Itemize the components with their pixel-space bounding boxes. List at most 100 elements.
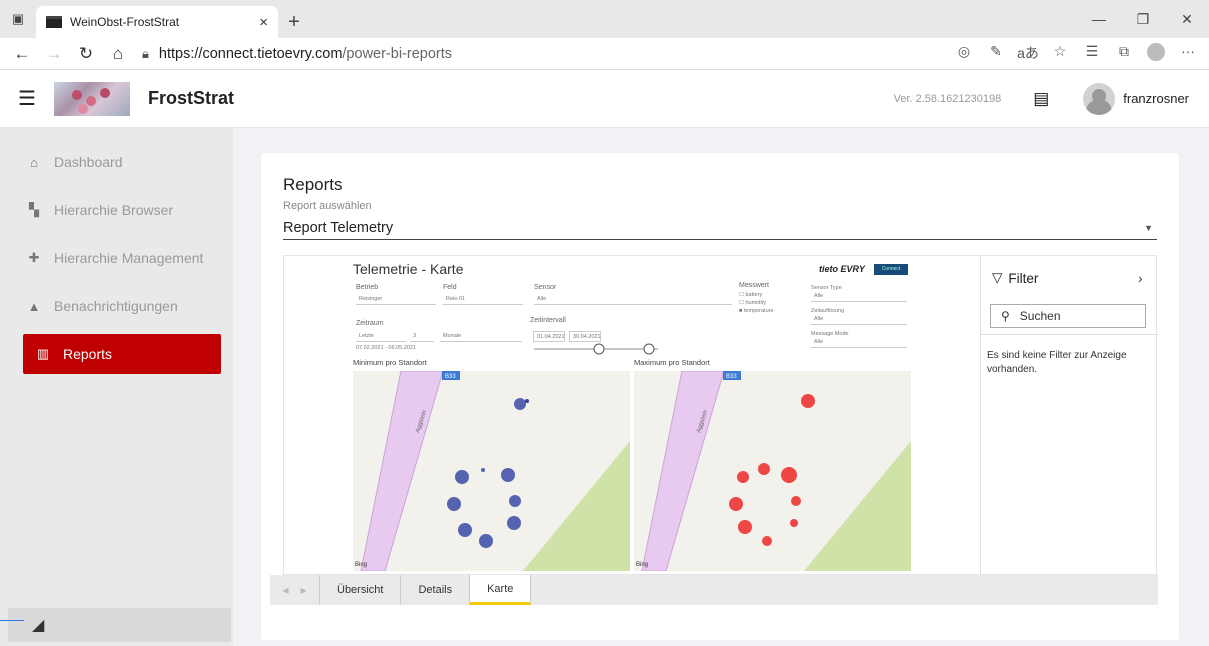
pen-icon[interactable]: ✎ (981, 43, 1011, 64)
more-icon[interactable]: ··· (1173, 43, 1203, 64)
user-avatar[interactable] (1083, 82, 1116, 115)
restore-icon[interactable]: ❐ (1121, 11, 1165, 28)
next-page-icon[interactable]: ▶ (301, 586, 307, 595)
refresh-icon[interactable]: ↻ (70, 40, 102, 68)
favorite-add-icon[interactable]: ☆ (1045, 43, 1075, 64)
new-tab-button[interactable]: + (278, 6, 310, 38)
chevron-right-icon[interactable]: › (1138, 270, 1143, 286)
collections-icon[interactable]: ⧉ (1109, 43, 1139, 64)
tab-title: WeinObst-FrostStrat (70, 15, 180, 29)
close-window-icon[interactable]: ✕ (1165, 11, 1209, 28)
messwert-option-humidity[interactable]: ☐ humidity (739, 300, 766, 306)
address-bar: ← → ↻ ⌂ 🔒︎ https://connect.tietoevry.com… (0, 38, 1209, 70)
zeitintervall-label: Zeitintervall (530, 317, 566, 324)
read-aloud-icon[interactable]: aあ (1013, 43, 1043, 64)
filter-search-input[interactable]: ⚲ Suchen (990, 304, 1146, 328)
sensor-select[interactable]: Alle (534, 294, 732, 305)
chevron-down-icon: ▼ (1144, 222, 1153, 233)
browser-tab[interactable]: WeinObst-FrostStrat × (36, 6, 278, 38)
filter-search-placeholder: Suchen (1019, 309, 1061, 323)
prev-page-icon[interactable]: ◀ (282, 586, 288, 595)
tab-uebersicht[interactable]: Übersicht (320, 575, 402, 605)
report-select[interactable]: Report Telemetry ▼ (283, 216, 1157, 240)
sidebar-item-label: Benachrichtigungen (54, 298, 178, 314)
map-maximum[interactable]: B33 Aggstein Bing (634, 371, 911, 571)
svg-text:B33: B33 (726, 374, 737, 380)
messwert-label: Messwert (739, 282, 769, 289)
sidebar-item-label: Hierarchie Management (54, 250, 204, 266)
tab-actions-icon[interactable]: ▣ (0, 0, 36, 38)
filter-title: Filter (1008, 270, 1039, 286)
messwert-option-battery[interactable]: ☐ battery (739, 292, 762, 298)
zeit-to-input[interactable]: 30.04.2021 (569, 331, 601, 342)
app-logo (54, 81, 130, 116)
zeitraum-number[interactable]: 3 (410, 331, 434, 342)
select-label: Report auswählen (283, 200, 372, 212)
svg-text:B33: B33 (445, 374, 456, 380)
filter-empty-text: Es sind keine Filter zur Anzeige vorhand… (987, 350, 1127, 375)
location-icon[interactable]: ◎ (949, 43, 979, 64)
zeit-slider[interactable] (534, 342, 658, 356)
connect-badge: Connect (874, 264, 908, 275)
hierarchy-icon: ▚ (29, 202, 39, 217)
search-icon: ⚲ (1001, 309, 1010, 323)
favicon-icon (46, 16, 62, 28)
forward-icon[interactable]: → (38, 40, 70, 68)
right-filter-2-select[interactable]: Alle (811, 314, 907, 325)
url-field[interactable]: 🔒︎ https://connect.tietoevry.com/power-b… (134, 40, 949, 68)
tab-karte[interactable]: Karte (470, 575, 532, 605)
sensor-label: Sensor (534, 284, 557, 291)
minimize-icon[interactable]: — (1077, 11, 1121, 27)
map-max-svg: B33 Aggstein Bing (636, 371, 911, 571)
zeitraum-unit-select[interactable]: Monate (440, 331, 522, 342)
messwert-option-temperature[interactable]: ■ temperature (739, 308, 774, 314)
tab-details[interactable]: Details (401, 575, 471, 605)
feld-select[interactable]: Reis-01 (443, 294, 523, 305)
favorites-icon[interactable]: ☰ (1077, 43, 1107, 64)
right-filter-3-select[interactable]: Alle (811, 337, 907, 348)
map-min-svg: B33 Aggstein Bing (355, 371, 630, 571)
sidebar: ⌂ Dashboard ▚ Hierarchie Browser ✚ Hiera… (0, 128, 233, 646)
settings-icon[interactable]: ◢ (8, 608, 231, 642)
map-max-label: Maximum pro Standort (634, 358, 710, 367)
chat-icon[interactable]: ▤ (1027, 89, 1055, 109)
username[interactable]: franzrosner (1123, 91, 1189, 106)
map-min-label: Minimum pro Standort (353, 358, 427, 367)
url-host: https://connect.tietoevry.com (158, 45, 343, 62)
zeitraum-label: Zeitraum (356, 320, 384, 327)
chart-icon: ▥ (36, 346, 50, 361)
home-browser-icon[interactable]: ⌂ (102, 40, 134, 68)
close-tab-icon[interactable]: × (259, 14, 268, 31)
sidebar-item-label: Dashboard (54, 154, 123, 170)
filter-divider (980, 334, 1158, 335)
sidebar-item-reports[interactable]: ▥ Reports (23, 334, 221, 374)
svg-text:Bing: Bing (636, 562, 648, 568)
sidebar-item-dashboard[interactable]: ⌂ Dashboard (22, 142, 221, 182)
sidebar-item-hierarchie-browser[interactable]: ▚ Hierarchie Browser (22, 190, 221, 230)
version-label: Ver. 2.58.1621230198 (893, 92, 1002, 105)
profile-icon[interactable] (1141, 43, 1171, 64)
zeit-from-input[interactable]: 01.04.2021 (533, 331, 565, 342)
menu-icon[interactable]: ☰ (0, 86, 54, 111)
sidebar-item-benachrichtigungen[interactable]: ▲ Benachrichtigungen (22, 286, 221, 326)
sidebar-item-hierarchie-management[interactable]: ✚ Hierarchie Management (22, 238, 221, 278)
sidebar-item-label: Reports (63, 346, 113, 362)
lock-icon: 🔒︎ (142, 45, 149, 61)
filter-header: ▽ Filter (992, 270, 1038, 286)
feld-label: Feld (443, 284, 457, 291)
toolbar-icons: ◎ ✎ aあ ☆ ☰ ⧉ ··· (949, 43, 1203, 64)
map-minimum[interactable]: B33 Aggstein Bing (353, 371, 630, 571)
report-page-tabs: ◀ ▶ Übersicht Details Karte (270, 575, 1158, 605)
report-title: Telemetrie - Karte (353, 261, 464, 277)
home-icon: ⌂ (30, 154, 38, 170)
puzzle-icon: ✚ (28, 250, 40, 265)
back-icon[interactable]: ← (6, 40, 38, 68)
page-nav: ◀ ▶ (270, 575, 320, 605)
zeitraum-mode-select[interactable]: Letzte (356, 331, 406, 342)
window-controls: — ❐ ✕ (1077, 0, 1209, 38)
page-title: Reports (283, 175, 343, 194)
right-filter-1-select[interactable]: Alle (811, 291, 907, 302)
filter-icon: ▽ (992, 270, 1003, 285)
app-header: ☰ FrostStrat Ver. 2.58.1621230198 ▤ fran… (0, 70, 1209, 128)
betrieb-select[interactable]: Reisinger (356, 294, 436, 305)
